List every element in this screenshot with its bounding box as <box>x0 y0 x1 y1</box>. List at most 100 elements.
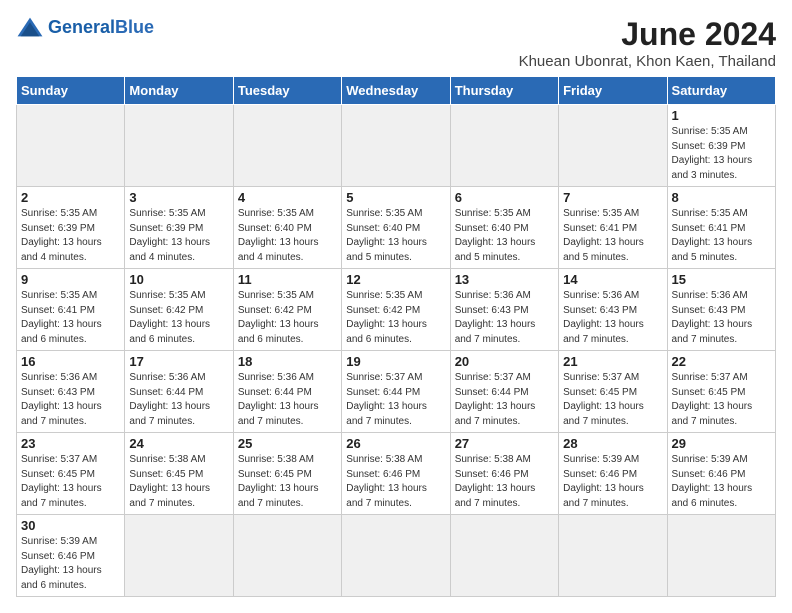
day-number: 13 <box>455 272 554 287</box>
day-info: Sunrise: 5:35 AM Sunset: 6:40 PM Dayligh… <box>346 207 445 265</box>
calendar-day-cell: 10Sunrise: 5:35 AM Sunset: 6:42 PM Dayli… <box>125 269 233 351</box>
calendar-day-cell: 28 Sunrise: 5:39 AM Sunset: 6:46 PM Dayli… <box>559 433 667 515</box>
calendar-day-cell: 24Sunrise: 5:38 AM Sunset: 6:45 PM Dayli… <box>125 433 233 515</box>
calendar-day-cell: 4Sunrise: 5:35 AM Sunset: 6:40 PM Daylig… <box>233 187 341 269</box>
calendar-day-cell: 5 Sunrise: 5:35 AM Sunset: 6:40 PM Daylig… <box>342 187 450 269</box>
calendar-day-cell: 17Sunrise: 5:36 AM Sunset: 6:44 PM Dayli… <box>125 351 233 433</box>
day-info: Sunrise: 5:35 AM Sunset: 6:42 PM Dayligh… <box>346 289 445 347</box>
calendar-day-cell: 1 Sunrise: 5:35 AM Sunset: 6:39 PM Daylig… <box>667 105 775 187</box>
day-number: 5 <box>346 190 445 205</box>
calendar-week-row: 30 Sunrise: 5:39 AM Sunset: 6:46 PM Dayli… <box>17 515 776 597</box>
calendar-week-row: 23 Sunrise: 5:37 AM Sunset: 6:45 PM Dayli… <box>17 433 776 515</box>
weekday-header-row: SundayMondayTuesdayWednesdayThursdayFrid… <box>17 77 776 105</box>
day-info: Sunrise: 5:36 AM Sunset: 6:43 PM Dayligh… <box>563 289 662 347</box>
calendar-day-cell <box>17 105 125 187</box>
day-number: 12 <box>346 272 445 287</box>
logo-text: GeneralBlue <box>48 18 154 36</box>
calendar-day-cell: 22 Sunrise: 5:37 AM Sunset: 6:45 PM Dayli… <box>667 351 775 433</box>
calendar-day-cell: 3Sunrise: 5:35 AM Sunset: 6:39 PM Daylig… <box>125 187 233 269</box>
day-number: 24 <box>129 436 228 451</box>
day-info: Sunrise: 5:37 AM Sunset: 6:44 PM Dayligh… <box>455 371 554 429</box>
day-number: 8 <box>672 190 771 205</box>
logo: GeneralBlue <box>16 16 154 38</box>
day-number: 25 <box>238 436 337 451</box>
day-number: 7 <box>563 190 662 205</box>
day-info: Sunrise: 5:39 AM Sunset: 6:46 PM Dayligh… <box>563 453 662 511</box>
calendar-day-cell: 2 Sunrise: 5:35 AM Sunset: 6:39 PM Daylig… <box>17 187 125 269</box>
day-number: 30 <box>21 518 120 533</box>
calendar-week-row: 2 Sunrise: 5:35 AM Sunset: 6:39 PM Daylig… <box>17 187 776 269</box>
page-header: GeneralBlue June 2024 Khuean Ubonrat, Kh… <box>16 16 776 70</box>
calendar-day-cell <box>125 105 233 187</box>
day-info: Sunrise: 5:36 AM Sunset: 6:43 PM Dayligh… <box>672 289 771 347</box>
day-number: 17 <box>129 354 228 369</box>
calendar-day-cell <box>559 515 667 597</box>
day-info: Sunrise: 5:35 AM Sunset: 6:41 PM Dayligh… <box>21 289 120 347</box>
day-info: Sunrise: 5:37 AM Sunset: 6:45 PM Dayligh… <box>672 371 771 429</box>
calendar-day-cell: 18Sunrise: 5:36 AM Sunset: 6:44 PM Dayli… <box>233 351 341 433</box>
day-info: Sunrise: 5:37 AM Sunset: 6:44 PM Dayligh… <box>346 371 445 429</box>
day-number: 14 <box>563 272 662 287</box>
calendar-day-cell: 8 Sunrise: 5:35 AM Sunset: 6:41 PM Daylig… <box>667 187 775 269</box>
calendar-day-cell: 20 Sunrise: 5:37 AM Sunset: 6:44 PM Dayli… <box>450 351 558 433</box>
calendar-day-cell: 6 Sunrise: 5:35 AM Sunset: 6:40 PM Daylig… <box>450 187 558 269</box>
day-number: 1 <box>672 108 771 123</box>
day-number: 20 <box>455 354 554 369</box>
day-number: 3 <box>129 190 228 205</box>
weekday-header-wednesday: Wednesday <box>342 77 450 105</box>
day-info: Sunrise: 5:39 AM Sunset: 6:46 PM Dayligh… <box>21 535 120 593</box>
day-info: Sunrise: 5:35 AM Sunset: 6:42 PM Dayligh… <box>238 289 337 347</box>
day-info: Sunrise: 5:38 AM Sunset: 6:46 PM Dayligh… <box>455 453 554 511</box>
day-info: Sunrise: 5:35 AM Sunset: 6:39 PM Dayligh… <box>21 207 120 265</box>
day-info: Sunrise: 5:37 AM Sunset: 6:45 PM Dayligh… <box>563 371 662 429</box>
calendar-day-cell <box>450 515 558 597</box>
calendar-week-row: 9 Sunrise: 5:35 AM Sunset: 6:41 PM Daylig… <box>17 269 776 351</box>
day-number: 6 <box>455 190 554 205</box>
day-number: 15 <box>672 272 771 287</box>
day-number: 18 <box>238 354 337 369</box>
calendar-day-cell: 15 Sunrise: 5:36 AM Sunset: 6:43 PM Dayli… <box>667 269 775 351</box>
day-number: 9 <box>21 272 120 287</box>
day-info: Sunrise: 5:36 AM Sunset: 6:43 PM Dayligh… <box>21 371 120 429</box>
location-title: Khuean Ubonrat, Khon Kaen, Thailand <box>519 53 776 70</box>
day-number: 4 <box>238 190 337 205</box>
day-info: Sunrise: 5:35 AM Sunset: 6:40 PM Dayligh… <box>455 207 554 265</box>
calendar-day-cell: 25Sunrise: 5:38 AM Sunset: 6:45 PM Dayli… <box>233 433 341 515</box>
calendar-day-cell: 30 Sunrise: 5:39 AM Sunset: 6:46 PM Dayli… <box>17 515 125 597</box>
day-number: 29 <box>672 436 771 451</box>
day-info: Sunrise: 5:37 AM Sunset: 6:45 PM Dayligh… <box>21 453 120 511</box>
day-number: 10 <box>129 272 228 287</box>
calendar-day-cell: 29 Sunrise: 5:39 AM Sunset: 6:46 PM Dayli… <box>667 433 775 515</box>
day-number: 16 <box>21 354 120 369</box>
calendar-day-cell: 19Sunrise: 5:37 AM Sunset: 6:44 PM Dayli… <box>342 351 450 433</box>
day-number: 2 <box>21 190 120 205</box>
calendar-day-cell: 12 Sunrise: 5:35 AM Sunset: 6:42 PM Dayli… <box>342 269 450 351</box>
day-info: Sunrise: 5:36 AM Sunset: 6:43 PM Dayligh… <box>455 289 554 347</box>
calendar-week-row: 16 Sunrise: 5:36 AM Sunset: 6:43 PM Dayli… <box>17 351 776 433</box>
calendar-week-row: 1 Sunrise: 5:35 AM Sunset: 6:39 PM Daylig… <box>17 105 776 187</box>
calendar-day-cell <box>559 105 667 187</box>
calendar-day-cell <box>233 105 341 187</box>
day-info: Sunrise: 5:35 AM Sunset: 6:39 PM Dayligh… <box>672 125 771 183</box>
calendar-day-cell <box>233 515 341 597</box>
calendar-day-cell: 9 Sunrise: 5:35 AM Sunset: 6:41 PM Daylig… <box>17 269 125 351</box>
calendar-day-cell: 14 Sunrise: 5:36 AM Sunset: 6:43 PM Dayli… <box>559 269 667 351</box>
day-info: Sunrise: 5:35 AM Sunset: 6:41 PM Dayligh… <box>563 207 662 265</box>
day-number: 28 <box>563 436 662 451</box>
calendar-day-cell: 7 Sunrise: 5:35 AM Sunset: 6:41 PM Daylig… <box>559 187 667 269</box>
title-block: June 2024 Khuean Ubonrat, Khon Kaen, Tha… <box>519 16 776 70</box>
month-title: June 2024 <box>519 16 776 53</box>
day-info: Sunrise: 5:35 AM Sunset: 6:41 PM Dayligh… <box>672 207 771 265</box>
weekday-header-tuesday: Tuesday <box>233 77 341 105</box>
day-number: 11 <box>238 272 337 287</box>
day-info: Sunrise: 5:39 AM Sunset: 6:46 PM Dayligh… <box>672 453 771 511</box>
calendar-day-cell <box>125 515 233 597</box>
calendar-table: SundayMondayTuesdayWednesdayThursdayFrid… <box>16 76 776 597</box>
calendar-day-cell: 26Sunrise: 5:38 AM Sunset: 6:46 PM Dayli… <box>342 433 450 515</box>
logo-icon <box>16 16 44 38</box>
day-number: 22 <box>672 354 771 369</box>
day-info: Sunrise: 5:38 AM Sunset: 6:46 PM Dayligh… <box>346 453 445 511</box>
weekday-header-monday: Monday <box>125 77 233 105</box>
day-number: 23 <box>21 436 120 451</box>
weekday-header-friday: Friday <box>559 77 667 105</box>
